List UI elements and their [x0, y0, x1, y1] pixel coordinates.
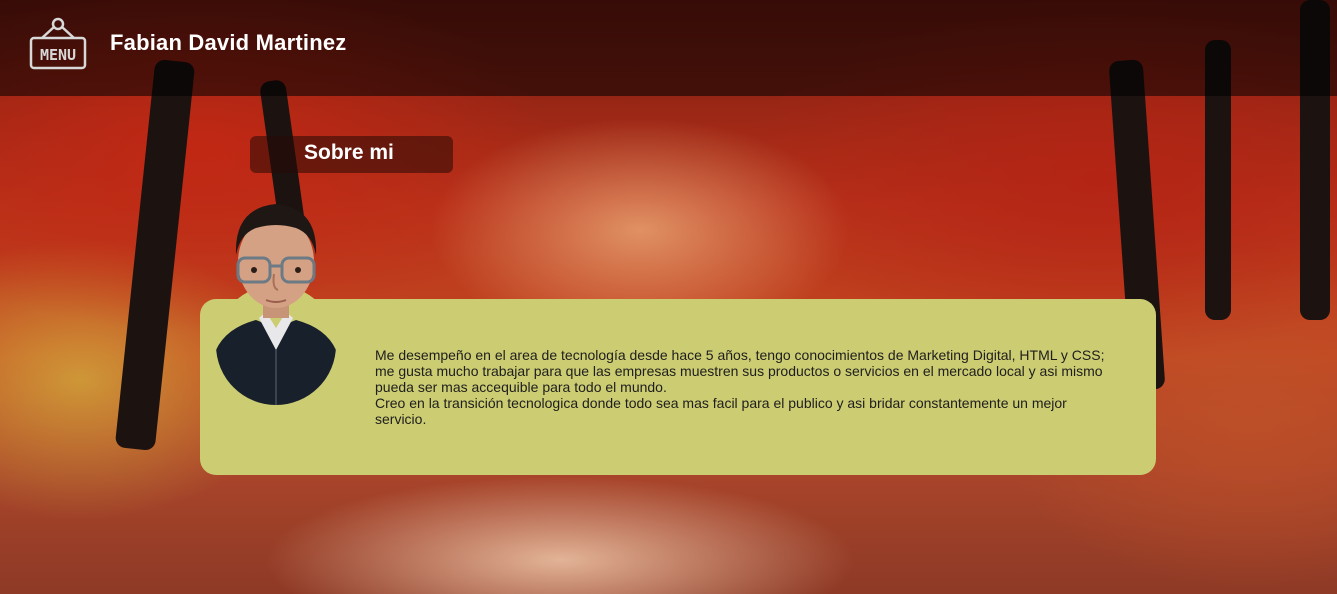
menu-button[interactable]: MENU [28, 16, 88, 72]
bio-paragraph: Creo en la transición tecnologica donde … [375, 395, 1067, 427]
background-tree [114, 58, 196, 452]
bio-text: Me desempeño en el area de tecnología de… [375, 347, 1115, 427]
menu-label: MENU [40, 46, 76, 64]
bio-paragraph: Me desempeño en el area de tecnología de… [375, 347, 1105, 395]
site-name[interactable]: Fabian David Martinez [110, 30, 346, 56]
profile-photo [216, 200, 336, 405]
top-header: MENU Fabian David Martinez [0, 0, 1337, 96]
section-title: Sobre mi [304, 141, 394, 164]
page: MENU Fabian David Martinez Sobre mi Me d… [0, 0, 1337, 594]
menu-sign-icon: MENU [29, 17, 87, 70]
